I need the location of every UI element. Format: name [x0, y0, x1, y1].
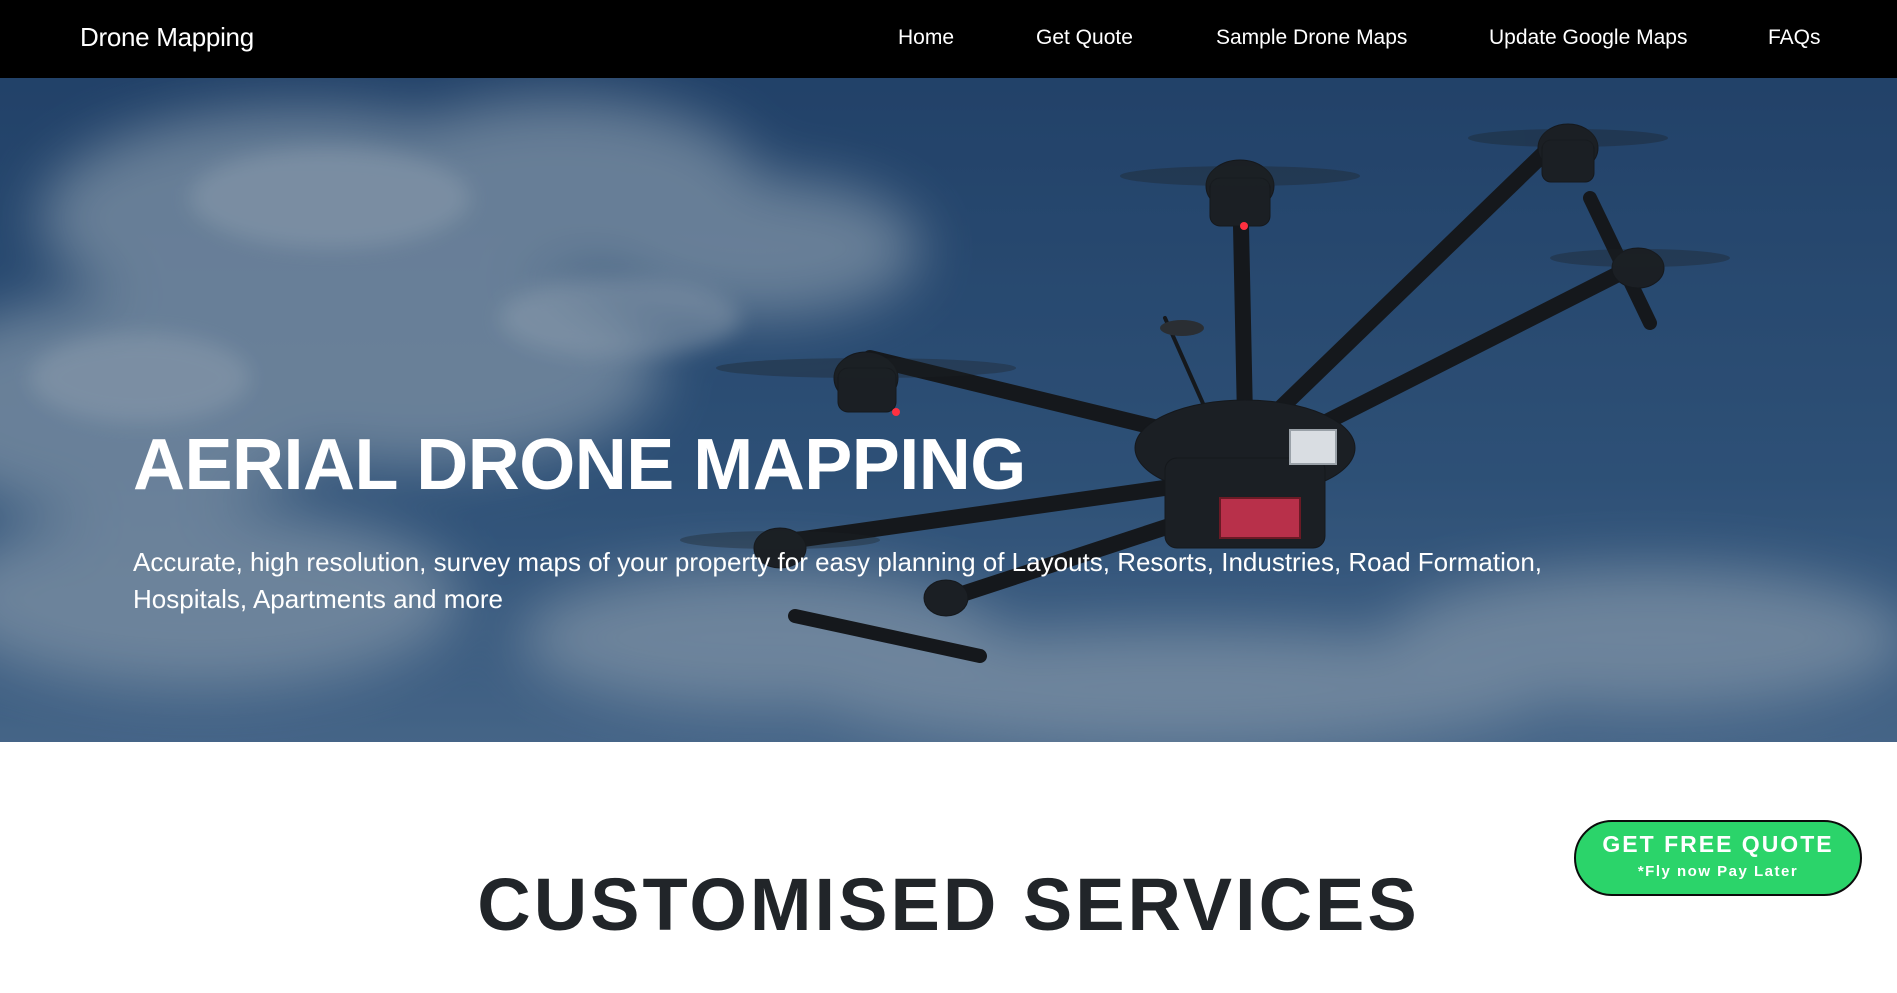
- nav-link-sample-drone-maps[interactable]: Sample Drone Maps: [1216, 26, 1407, 50]
- hero-banner: AERIAL DRONE MAPPING Accurate, high reso…: [0, 78, 1897, 742]
- nav-link-get-quote[interactable]: Get Quote: [1036, 26, 1133, 50]
- nav-link-update-google-maps[interactable]: Update Google Maps: [1489, 26, 1687, 50]
- nav-link-home[interactable]: Home: [898, 26, 954, 50]
- top-navbar: Drone Mapping Home Get Quote Sample Dron…: [0, 0, 1897, 78]
- nav-link-faqs[interactable]: FAQs: [1768, 26, 1821, 50]
- hero-subtitle: Accurate, high resolution, survey maps o…: [133, 547, 1543, 614]
- brand-logo-text[interactable]: Drone Mapping: [80, 22, 254, 53]
- cta-sublabel: *Fly now Pay Later: [1637, 863, 1799, 880]
- get-free-quote-button[interactable]: GET FREE QUOTE *Fly now Pay Later: [1574, 820, 1862, 896]
- hero-drone-background-image: [0, 78, 1897, 742]
- hero-title: AERIAL DRONE MAPPING: [133, 425, 1026, 505]
- cta-label: GET FREE QUOTE: [1602, 831, 1834, 857]
